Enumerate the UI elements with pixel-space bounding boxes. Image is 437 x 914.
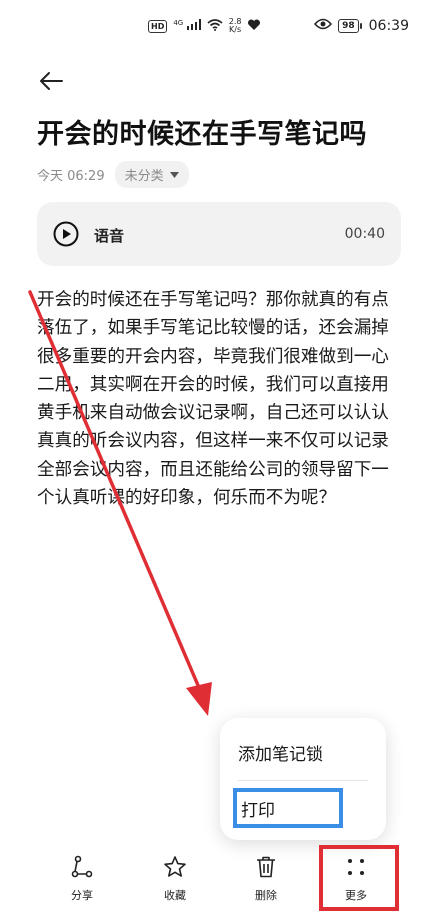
audio-duration: 00:40	[344, 226, 385, 242]
audio-attachment[interactable]: 语音 00:40	[37, 202, 401, 266]
speed-unit: K/s	[229, 25, 242, 34]
menu-item-print[interactable]: 打印	[233, 788, 343, 828]
favorite-label: 收藏	[164, 889, 186, 902]
signal-icon: 4G	[173, 19, 201, 33]
hd-badge: HD	[148, 19, 168, 33]
status-right: 98 06:39	[314, 18, 409, 34]
star-icon	[162, 854, 188, 880]
back-arrow-icon	[40, 72, 63, 90]
share-button[interactable]: 分享	[52, 854, 112, 908]
menu-item-add-lock[interactable]: 添加笔记锁	[238, 740, 323, 765]
note-meta: 今天 06:29 未分类	[37, 161, 189, 188]
status-bar: HD 4G 2.8 K/s 98 06:39	[0, 0, 437, 58]
back-button[interactable]	[34, 64, 68, 98]
more-button-highlight-box	[319, 845, 399, 911]
delete-label: 删除	[255, 889, 277, 902]
share-icon	[69, 854, 95, 880]
note-timestamp: 今天 06:29	[37, 169, 105, 184]
eye-icon	[314, 18, 333, 34]
battery-indicator: 98	[338, 19, 362, 33]
status-time: 06:39	[368, 18, 409, 34]
network-speed: 2.8 K/s	[229, 18, 242, 34]
menu-divider	[238, 780, 368, 781]
category-label: 未分类	[124, 169, 164, 184]
trash-icon	[253, 854, 279, 880]
category-dropdown[interactable]: 未分类	[114, 161, 189, 188]
share-label: 分享	[71, 889, 93, 902]
dropdown-triangle-icon	[169, 171, 179, 178]
wifi-icon	[207, 18, 223, 34]
heart-icon	[247, 18, 261, 34]
audio-label: 语音	[94, 227, 125, 245]
more-options-menu: 添加笔记锁 打印	[220, 718, 386, 840]
favorite-button[interactable]: 收藏	[145, 854, 205, 908]
play-icon[interactable]	[53, 221, 79, 247]
note-detail-page: HD 4G 2.8 K/s 98 06:39 开会的时候还在手写笔记吗 今天 0…	[0, 0, 437, 914]
note-body[interactable]: 开会的时候还在手写笔记吗？那你就真的有点落伍了，如果手写笔记比较慢的话，还会漏掉…	[37, 286, 403, 512]
status-left: HD 4G 2.8 K/s	[148, 18, 261, 34]
delete-button[interactable]: 删除	[236, 854, 296, 908]
note-title[interactable]: 开会的时候还在手写笔记吗	[37, 112, 367, 151]
